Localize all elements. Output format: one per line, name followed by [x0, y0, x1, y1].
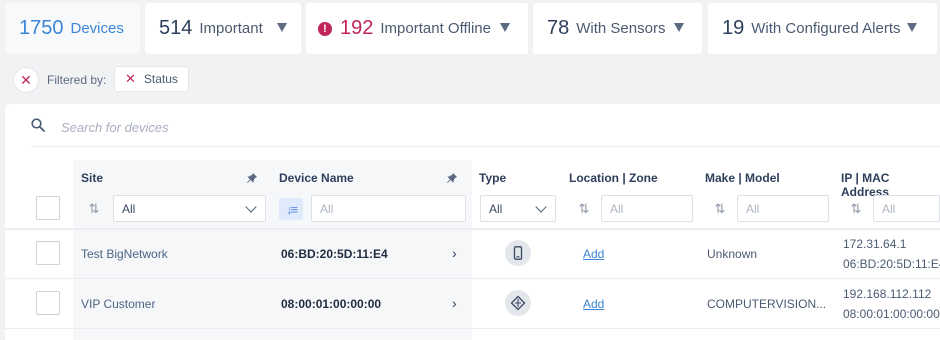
location-filter-input[interactable]: All — [601, 195, 693, 222]
chevron-down-icon — [535, 201, 547, 213]
filter-placeholder: All — [320, 201, 334, 216]
type-filter-select[interactable]: All — [480, 195, 556, 222]
router-icon — [505, 290, 531, 316]
select-all-checkbox[interactable] — [36, 196, 60, 220]
stat-card-configured-alerts[interactable]: 19 With Configured Alerts — [708, 3, 937, 54]
remove-filter-icon[interactable]: ✕ — [125, 71, 136, 87]
column-header-location[interactable]: Location | Zone — [569, 171, 658, 185]
chevron-right-icon[interactable]: › — [452, 245, 457, 261]
stat-label: Important Offline — [380, 20, 491, 37]
filter-bar: ✕ Filtered by: ✕ Status — [0, 58, 940, 100]
alert-circle-icon: ! — [318, 21, 332, 36]
stat-count: 78 — [547, 17, 570, 39]
add-location-link[interactable]: Add — [583, 247, 604, 261]
mobile-phone-icon — [505, 240, 531, 266]
cell-ip-address: 192.168.112.112 — [843, 287, 932, 301]
filter-chip-label: Status — [143, 72, 178, 86]
stat-card-devices[interactable]: 1750 Devices — [5, 3, 140, 54]
sort-icon[interactable]: ⇅ — [571, 198, 595, 220]
filter-value: All — [122, 201, 136, 216]
make-model-filter-input[interactable]: All — [737, 195, 829, 222]
caret-down-icon[interactable] — [907, 23, 917, 32]
filter-placeholder: All — [882, 201, 896, 216]
stat-count: 192 — [340, 17, 374, 39]
close-icon: ✕ — [20, 71, 32, 88]
row-divider — [5, 278, 940, 279]
column-header-device-name[interactable]: Device Name — [279, 171, 354, 185]
cell-site[interactable]: VIP Customer — [81, 297, 155, 311]
column-header-make-model[interactable]: Make | Model — [705, 171, 780, 185]
stat-label: With Configured Alerts — [751, 20, 901, 37]
row-checkbox[interactable] — [36, 291, 60, 315]
chevron-right-icon[interactable]: › — [452, 295, 457, 311]
search-input[interactable] — [61, 118, 461, 136]
stat-count: 1750 — [19, 17, 64, 39]
cell-device-name[interactable]: 06:BD:20:5D:11:E4 — [281, 247, 388, 261]
stat-card-with-sensors[interactable]: 78 With Sensors — [533, 3, 702, 54]
stats-bar: 1750 Devices 514 Important ! 192 Importa… — [0, 0, 940, 54]
search-icon — [31, 118, 45, 132]
clear-filters-button[interactable]: ✕ — [13, 67, 39, 93]
cell-device-name[interactable]: 08:00:01:00:00:00 — [281, 297, 381, 311]
divider — [31, 146, 940, 147]
filtered-by-label: Filtered by: — [47, 73, 107, 87]
caret-down-icon[interactable] — [500, 23, 510, 32]
cell-ip-address: 172.31.64.1 — [843, 237, 907, 251]
ip-mac-filter-input[interactable]: All — [873, 195, 940, 222]
sort-icon[interactable]: ⇅ — [81, 198, 105, 220]
pin-icon[interactable] — [246, 172, 258, 184]
filter-value: All — [489, 201, 503, 216]
search-bar — [5, 104, 940, 148]
add-location-link[interactable]: Add — [583, 297, 604, 311]
stat-label: Important — [199, 20, 263, 37]
cell-mac-address: 06:BD:20:5D:11:E4 — [843, 257, 940, 271]
column-header-site[interactable]: Site — [81, 171, 103, 185]
cell-mac-address: 08:00:01:00:00:00 — [843, 307, 940, 321]
filter-placeholder: All — [610, 201, 624, 216]
stat-card-important-offline[interactable]: ! 192 Important Offline — [306, 3, 528, 54]
filter-placeholder: All — [746, 201, 760, 216]
cell-make-model: COMPUTERVISION... — [707, 297, 827, 311]
cell-site[interactable]: Test BigNetwork — [81, 247, 168, 261]
stat-card-important[interactable]: 514 Important — [145, 3, 301, 54]
stat-count: 514 — [159, 17, 193, 39]
stat-label: With Sensors — [576, 20, 666, 37]
site-filter-select[interactable]: All — [113, 195, 266, 222]
caret-down-icon[interactable] — [277, 23, 287, 32]
cell-make-model: Unknown — [707, 247, 758, 261]
caret-down-icon[interactable] — [674, 23, 684, 32]
row-checkbox[interactable] — [36, 241, 60, 265]
stat-label: Devices — [70, 20, 124, 37]
pin-icon[interactable] — [446, 172, 458, 184]
sort-icon[interactable]: ⇅ — [843, 198, 867, 220]
sort-icon[interactable]: ⇅ — [707, 198, 731, 220]
stat-count: 19 — [722, 17, 745, 39]
column-header-type[interactable]: Type — [479, 171, 506, 185]
device-name-filter-input[interactable]: All — [311, 195, 466, 222]
row-divider — [5, 328, 940, 329]
sort-active-icon[interactable]: ↓≡ — [279, 198, 303, 220]
header-divider — [5, 228, 940, 230]
chevron-down-icon — [245, 201, 257, 213]
filter-chip-status[interactable]: ✕ Status — [114, 66, 189, 92]
